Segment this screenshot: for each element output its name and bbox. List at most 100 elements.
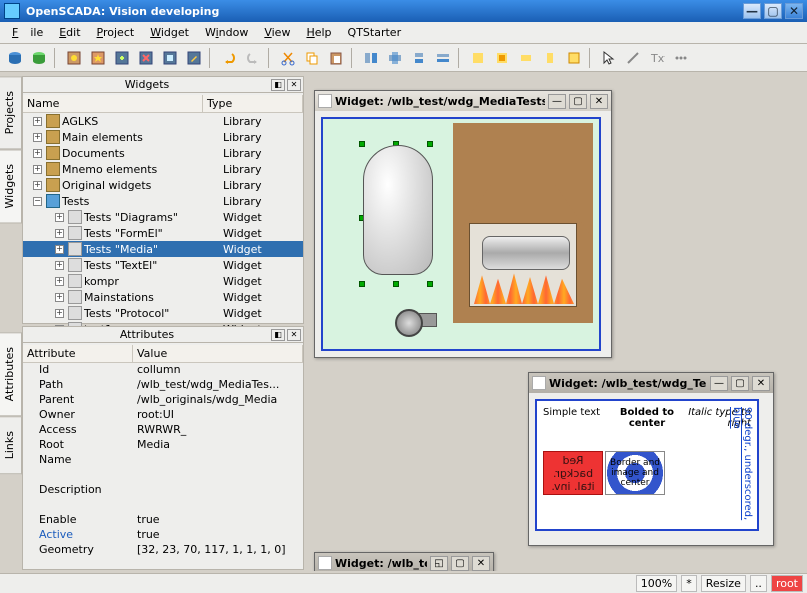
tool-db-save-icon[interactable] (4, 47, 26, 69)
close-button[interactable]: ✕ (785, 3, 803, 19)
menu-edit[interactable]: Edit (53, 24, 86, 41)
sub-close-button[interactable]: ✕ (752, 376, 770, 391)
sub-close-button[interactable]: ✕ (590, 94, 608, 109)
resize-handle[interactable] (427, 141, 433, 147)
tree-row[interactable]: +Tests "TextEl"Widget (23, 257, 303, 273)
tool-paste-icon[interactable] (325, 47, 347, 69)
status-resize[interactable]: Resize (701, 575, 746, 592)
subwindow-titlebar[interactable]: Widget: /wlb_test/wdg_MediaTests — ▢ ✕ (315, 91, 611, 111)
vtab-widgets[interactable]: Widgets (0, 149, 22, 223)
tree-row[interactable]: +Tests "Media"Widget (23, 241, 303, 257)
sub-minimize-button[interactable]: — (548, 94, 566, 109)
maximize-button[interactable]: ▢ (764, 3, 782, 19)
tool-align4-icon[interactable] (432, 47, 454, 69)
dock-close-icon[interactable]: ✕ (287, 329, 301, 341)
attr-row[interactable]: AccessRWRWR_ (23, 423, 303, 438)
attr-row[interactable]: RootMedia (23, 438, 303, 453)
attr-row[interactable]: Geometry[32, 23, 70, 117, 1, 1, 1, 0] (23, 543, 303, 558)
text-canvas[interactable]: Simple text Bolded to center Italic type… (535, 399, 759, 531)
menu-qtstarter[interactable]: QTStarter (342, 24, 408, 41)
tree-row[interactable]: +AGLKSLibrary (23, 113, 303, 129)
attr-row[interactable]: Path/wlb_test/wdg_MediaTes... (23, 378, 303, 393)
tool-redo-icon[interactable] (242, 47, 264, 69)
sub-maximize-button[interactable]: ▢ (731, 376, 749, 391)
attr-row[interactable]: Enabletrue (23, 513, 303, 528)
resize-handle[interactable] (359, 141, 365, 147)
tree-row[interactable]: +Main elementsLibrary (23, 129, 303, 145)
dock-close-icon[interactable]: ✕ (287, 79, 301, 91)
sub-maximize-button[interactable]: ▢ (569, 94, 587, 109)
furnace-graphic[interactable] (453, 123, 593, 321)
subwindow-text[interactable]: Widget: /wlb_test/wdg_Te... — ▢ ✕ Simple… (528, 372, 774, 546)
sub-minimize-button[interactable]: — (710, 376, 728, 391)
tool-undo-icon[interactable] (218, 47, 240, 69)
tool-cut-icon[interactable] (277, 47, 299, 69)
status-user[interactable]: root (771, 575, 803, 592)
menu-project[interactable]: Project (91, 24, 141, 41)
tool-prim-more-icon[interactable] (670, 47, 692, 69)
attr-row[interactable]: Idcollumn (23, 363, 303, 378)
tool-el4-icon[interactable] (539, 47, 561, 69)
tool-align1-icon[interactable] (360, 47, 382, 69)
pump-graphic[interactable] (395, 307, 439, 339)
tool-el3-icon[interactable] (515, 47, 537, 69)
tool-prim-text-icon[interactable]: Txt (646, 47, 668, 69)
tool-props-icon[interactable] (159, 47, 181, 69)
tree-row[interactable]: +Mnemo elementsLibrary (23, 161, 303, 177)
tool-run-icon[interactable] (63, 47, 85, 69)
attr-row[interactable]: Parent/wlb_originals/wdg_Media (23, 393, 303, 408)
subwindow-minimized[interactable]: Widget: /wlb_te... ◱ ▢ ✕ (314, 552, 494, 571)
tool-el5-icon[interactable] (563, 47, 585, 69)
tool-align3-icon[interactable] (408, 47, 430, 69)
sub-close-button[interactable]: ✕ (472, 556, 490, 571)
menu-view[interactable]: View (258, 24, 296, 41)
menu-window[interactable]: Window (199, 24, 254, 41)
tool-el2-icon[interactable] (491, 47, 513, 69)
tool-delete-icon[interactable] (135, 47, 157, 69)
vtab-links[interactable]: Links (0, 416, 22, 474)
menu-widget[interactable]: Widget (144, 24, 195, 41)
tool-new-icon[interactable] (87, 47, 109, 69)
tool-copy-icon[interactable] (301, 47, 323, 69)
dock-float-icon[interactable]: ◧ (271, 79, 285, 91)
tree-row[interactable]: +Tests "Diagrams"Widget (23, 209, 303, 225)
menu-help[interactable]: Help (300, 24, 337, 41)
attr-row[interactable] (23, 468, 303, 483)
tree-row[interactable]: +MainstationsWidget (23, 289, 303, 305)
tree-row[interactable]: +komprWidget (23, 273, 303, 289)
tree-row[interactable]: +Tests "FormEl"Widget (23, 225, 303, 241)
subwindow-titlebar[interactable]: Widget: /wlb_te... ◱ ▢ ✕ (315, 553, 493, 571)
tree-row[interactable]: −TestsLibrary (23, 193, 303, 209)
subwindow-titlebar[interactable]: Widget: /wlb_test/wdg_Te... — ▢ ✕ (529, 373, 773, 393)
tool-align2-icon[interactable] (384, 47, 406, 69)
media-canvas[interactable] (321, 117, 601, 351)
resize-handle[interactable] (427, 281, 433, 287)
tool-db-load-icon[interactable] (28, 47, 50, 69)
attr-row[interactable]: Activetrue (23, 528, 303, 543)
attr-row[interactable]: Description (23, 483, 303, 498)
vtab-attributes[interactable]: Attributes (0, 332, 22, 416)
minimize-button[interactable]: — (743, 3, 761, 19)
attr-row[interactable] (23, 498, 303, 513)
tool-add-icon[interactable] (111, 47, 133, 69)
resize-handle[interactable] (393, 281, 399, 287)
dock-float-icon[interactable]: ◧ (271, 329, 285, 341)
tree-row[interactable]: +Original widgetsLibrary (23, 177, 303, 193)
sub-maximize-button[interactable]: ▢ (451, 556, 469, 571)
resize-handle[interactable] (359, 281, 365, 287)
attr-row[interactable]: Ownerroot:UI (23, 408, 303, 423)
tree-row[interactable]: +Tests "Protocol"Widget (23, 305, 303, 321)
attributes-list[interactable]: Attribute Value IdcollumnPath/wlb_test/w… (23, 343, 303, 560)
menu-file[interactable]: File (6, 24, 49, 41)
tool-prim-line-icon[interactable] (622, 47, 644, 69)
tank-graphic[interactable] (363, 145, 433, 275)
tool-prim-cursor-icon[interactable] (598, 47, 620, 69)
subwindow-media[interactable]: Widget: /wlb_test/wdg_MediaTests — ▢ ✕ (314, 90, 612, 358)
sub-restore-button[interactable]: ◱ (430, 556, 448, 571)
tree-row[interactable]: +DocumentsLibrary (23, 145, 303, 161)
tool-edit-icon[interactable] (183, 47, 205, 69)
tool-el1-icon[interactable] (467, 47, 489, 69)
attr-row[interactable]: Name (23, 453, 303, 468)
vtab-projects[interactable]: Projects (0, 76, 22, 149)
text-vertical-link[interactable]: 90 degr., underscored, blue (731, 407, 753, 529)
